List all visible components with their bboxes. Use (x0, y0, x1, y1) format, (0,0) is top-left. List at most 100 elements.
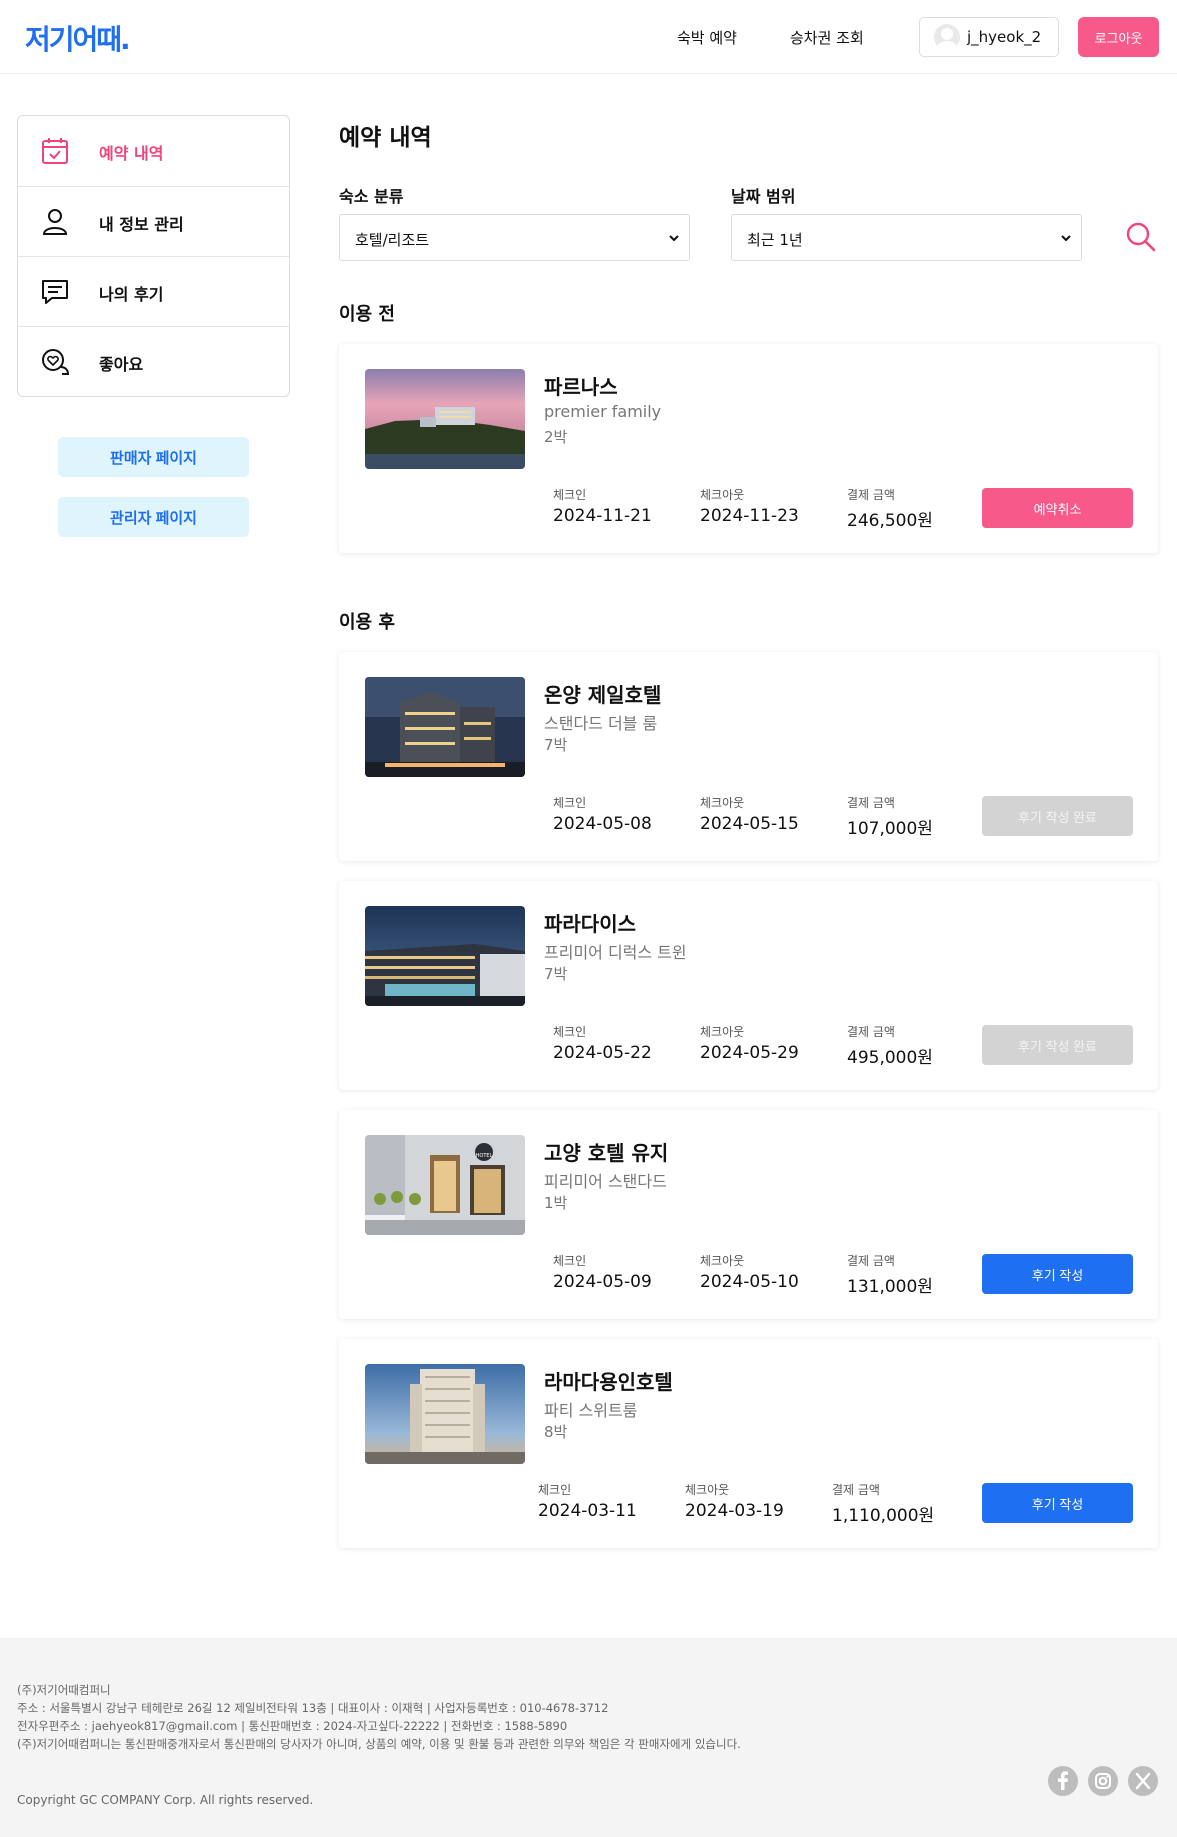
room-type: 프리미어 디럭스 트윈 (544, 943, 687, 962)
hotel-thumbnail[interactable] (365, 1364, 525, 1464)
x-twitter-icon[interactable] (1128, 1766, 1158, 1796)
date-range-selected-value: 최근 1년 (747, 231, 803, 249)
hotel-thumbnail[interactable] (365, 677, 525, 777)
hotel-name: 라마다용인호텔 (544, 1370, 673, 1394)
hotel-name: 파라다이스 (544, 912, 636, 936)
hotel-thumbnail[interactable] (365, 906, 525, 1006)
room-type: premier family (544, 402, 662, 421)
category-selected-value: 호텔/리조트 (355, 231, 430, 249)
checkout-date: 2024-05-29 (700, 1043, 799, 1063)
sidebar-item-label: 예약 내역 (99, 144, 164, 163)
reservation-card: 온양 제일호텔 스탠다드 더블 룸 7박 체크인 2024-05-08 체크아웃… (339, 652, 1158, 861)
date-range-filter-label: 날짜 범위 (731, 187, 796, 206)
checkout-date: 2024-05-10 (700, 1272, 799, 1292)
top-header: 저기어때. 숙박 예약 승차권 조회 j_hyeok_2 로그아웃 (0, 0, 1177, 74)
username: j_hyeok_2 (967, 28, 1042, 46)
checkin-label: 체크인 (538, 1483, 572, 1497)
footer-address: 주소 : 서울특별시 강남구 테헤란로 26길 12 제일비전타워 13층 | … (17, 1701, 609, 1715)
section-title-after: 이용 후 (339, 612, 395, 633)
user-profile-button[interactable]: j_hyeok_2 (919, 17, 1059, 57)
checkout-label: 체크아웃 (700, 1254, 745, 1268)
nav-ticket-search[interactable]: 승차권 조회 (790, 27, 864, 48)
sidebar-item-label: 나의 후기 (99, 285, 164, 304)
date-range-select[interactable]: 최근 1년 (731, 214, 1082, 261)
checkin-date: 2024-05-08 (553, 814, 652, 834)
review-done-button[interactable]: 후기 작성 완료 (982, 1025, 1133, 1065)
search-icon[interactable] (1124, 220, 1158, 254)
payment-amount: 1,110,000원 (832, 1506, 935, 1526)
payment-amount: 495,000원 (847, 1048, 933, 1068)
user-icon (42, 209, 68, 235)
nights: 1박 (544, 1194, 568, 1212)
checkin-label: 체크인 (553, 1254, 587, 1268)
checkout-date: 2024-05-15 (700, 814, 799, 834)
room-type: 스탠다드 더블 룸 (544, 714, 658, 733)
checkout-label: 체크아웃 (685, 1483, 730, 1497)
logo[interactable]: 저기어때. (25, 18, 131, 58)
checkin-date: 2024-11-21 (553, 506, 652, 526)
checkin-date: 2024-03-11 (538, 1501, 637, 1521)
sidebar-item-likes[interactable]: 좋아요 (18, 326, 289, 396)
room-type: 파티 스위트룸 (544, 1401, 638, 1420)
payment-amount: 246,500원 (847, 511, 933, 531)
reservation-card: HOTEL 고양 호텔 유지 피리미어 스탠다드 1박 체크인 2024-05-… (339, 1110, 1158, 1319)
hotel-thumbnail[interactable] (365, 369, 525, 469)
reservation-card: 라마다용인호텔 파티 스위트룸 8박 체크인 2024-03-11 체크아웃 2… (339, 1339, 1158, 1548)
category-select[interactable]: 호텔/리조트 (339, 214, 690, 261)
page-title: 예약 내역 (339, 125, 432, 151)
calendar-check-icon (42, 138, 68, 164)
facebook-icon[interactable] (1048, 1766, 1078, 1796)
sidebar-item-reviews[interactable]: 나의 후기 (18, 256, 289, 326)
chevron-down-icon (669, 235, 679, 242)
footer-contact: 전자우편주소 : jaehyeok817@gmail.com | 통신판매번호 … (17, 1719, 568, 1733)
category-filter-label: 숙소 분류 (339, 187, 404, 206)
seller-page-button[interactable]: 판매자 페이지 (58, 437, 249, 477)
amount-label: 결제 금액 (847, 1254, 895, 1268)
payment-amount: 107,000원 (847, 819, 933, 839)
reservation-card: 파라다이스 프리미어 디럭스 트윈 7박 체크인 2024-05-22 체크아웃… (339, 881, 1158, 1090)
write-review-button[interactable]: 후기 작성 (982, 1254, 1133, 1294)
avatar-icon (934, 24, 960, 50)
checkin-label: 체크인 (553, 796, 587, 810)
footer: (주)저기어때컴퍼니 주소 : 서울특별시 강남구 테헤란로 26길 12 제일… (0, 1638, 1177, 1837)
checkin-label: 체크인 (553, 1025, 587, 1039)
review-done-button[interactable]: 후기 작성 완료 (982, 796, 1133, 836)
footer-company: (주)저기어때컴퍼니 (17, 1683, 111, 1697)
logout-button[interactable]: 로그아웃 (1078, 17, 1159, 57)
checkout-date: 2024-03-19 (685, 1501, 784, 1521)
amount-label: 결제 금액 (847, 488, 895, 502)
checkout-label: 체크아웃 (700, 1025, 745, 1039)
sidebar-item-label: 좋아요 (99, 355, 144, 374)
sidebar-item-reservations[interactable]: 예약 내역 (18, 116, 289, 186)
heart-chat-icon (42, 349, 70, 375)
footer-notice: (주)저기어때컴퍼니는 통신판매중개자로서 통신판매의 당사자가 아니며, 상품… (17, 1737, 741, 1751)
hotel-thumbnail[interactable]: HOTEL (365, 1135, 525, 1235)
nights: 8박 (544, 1423, 568, 1441)
checkout-date: 2024-11-23 (700, 506, 799, 526)
hotel-name: 고양 호텔 유지 (544, 1141, 669, 1165)
checkout-label: 체크아웃 (700, 796, 745, 810)
nights: 7박 (544, 965, 568, 983)
footer-copyright: Copyright GC COMPANY Corp. All rights re… (17, 1793, 314, 1807)
sidebar-menu: 예약 내역 내 정보 관리 나의 후기 좋아요 (17, 115, 290, 397)
hotel-name: 온양 제일호텔 (544, 683, 662, 707)
write-review-button[interactable]: 후기 작성 (982, 1483, 1133, 1523)
nav-stay-booking[interactable]: 숙박 예약 (677, 27, 737, 48)
section-title-before: 이용 전 (339, 304, 395, 325)
checkin-date: 2024-05-09 (553, 1272, 652, 1292)
hotel-name: 파르나스 (544, 375, 618, 399)
nights: 7박 (544, 736, 568, 754)
checkin-label: 체크인 (553, 488, 587, 502)
checkin-date: 2024-05-22 (553, 1043, 652, 1063)
checkout-label: 체크아웃 (700, 488, 745, 502)
admin-page-button[interactable]: 관리자 페이지 (58, 497, 249, 537)
payment-amount: 131,000원 (847, 1277, 933, 1297)
room-type: 피리미어 스탠다드 (544, 1172, 667, 1191)
sidebar-item-profile[interactable]: 내 정보 관리 (18, 186, 289, 256)
instagram-icon[interactable] (1088, 1766, 1118, 1796)
chevron-down-icon (1061, 235, 1071, 242)
cancel-reservation-button[interactable]: 예약취소 (982, 488, 1133, 528)
nights: 2박 (544, 428, 568, 446)
amount-label: 결제 금액 (847, 1025, 895, 1039)
amount-label: 결제 금액 (832, 1483, 880, 1497)
